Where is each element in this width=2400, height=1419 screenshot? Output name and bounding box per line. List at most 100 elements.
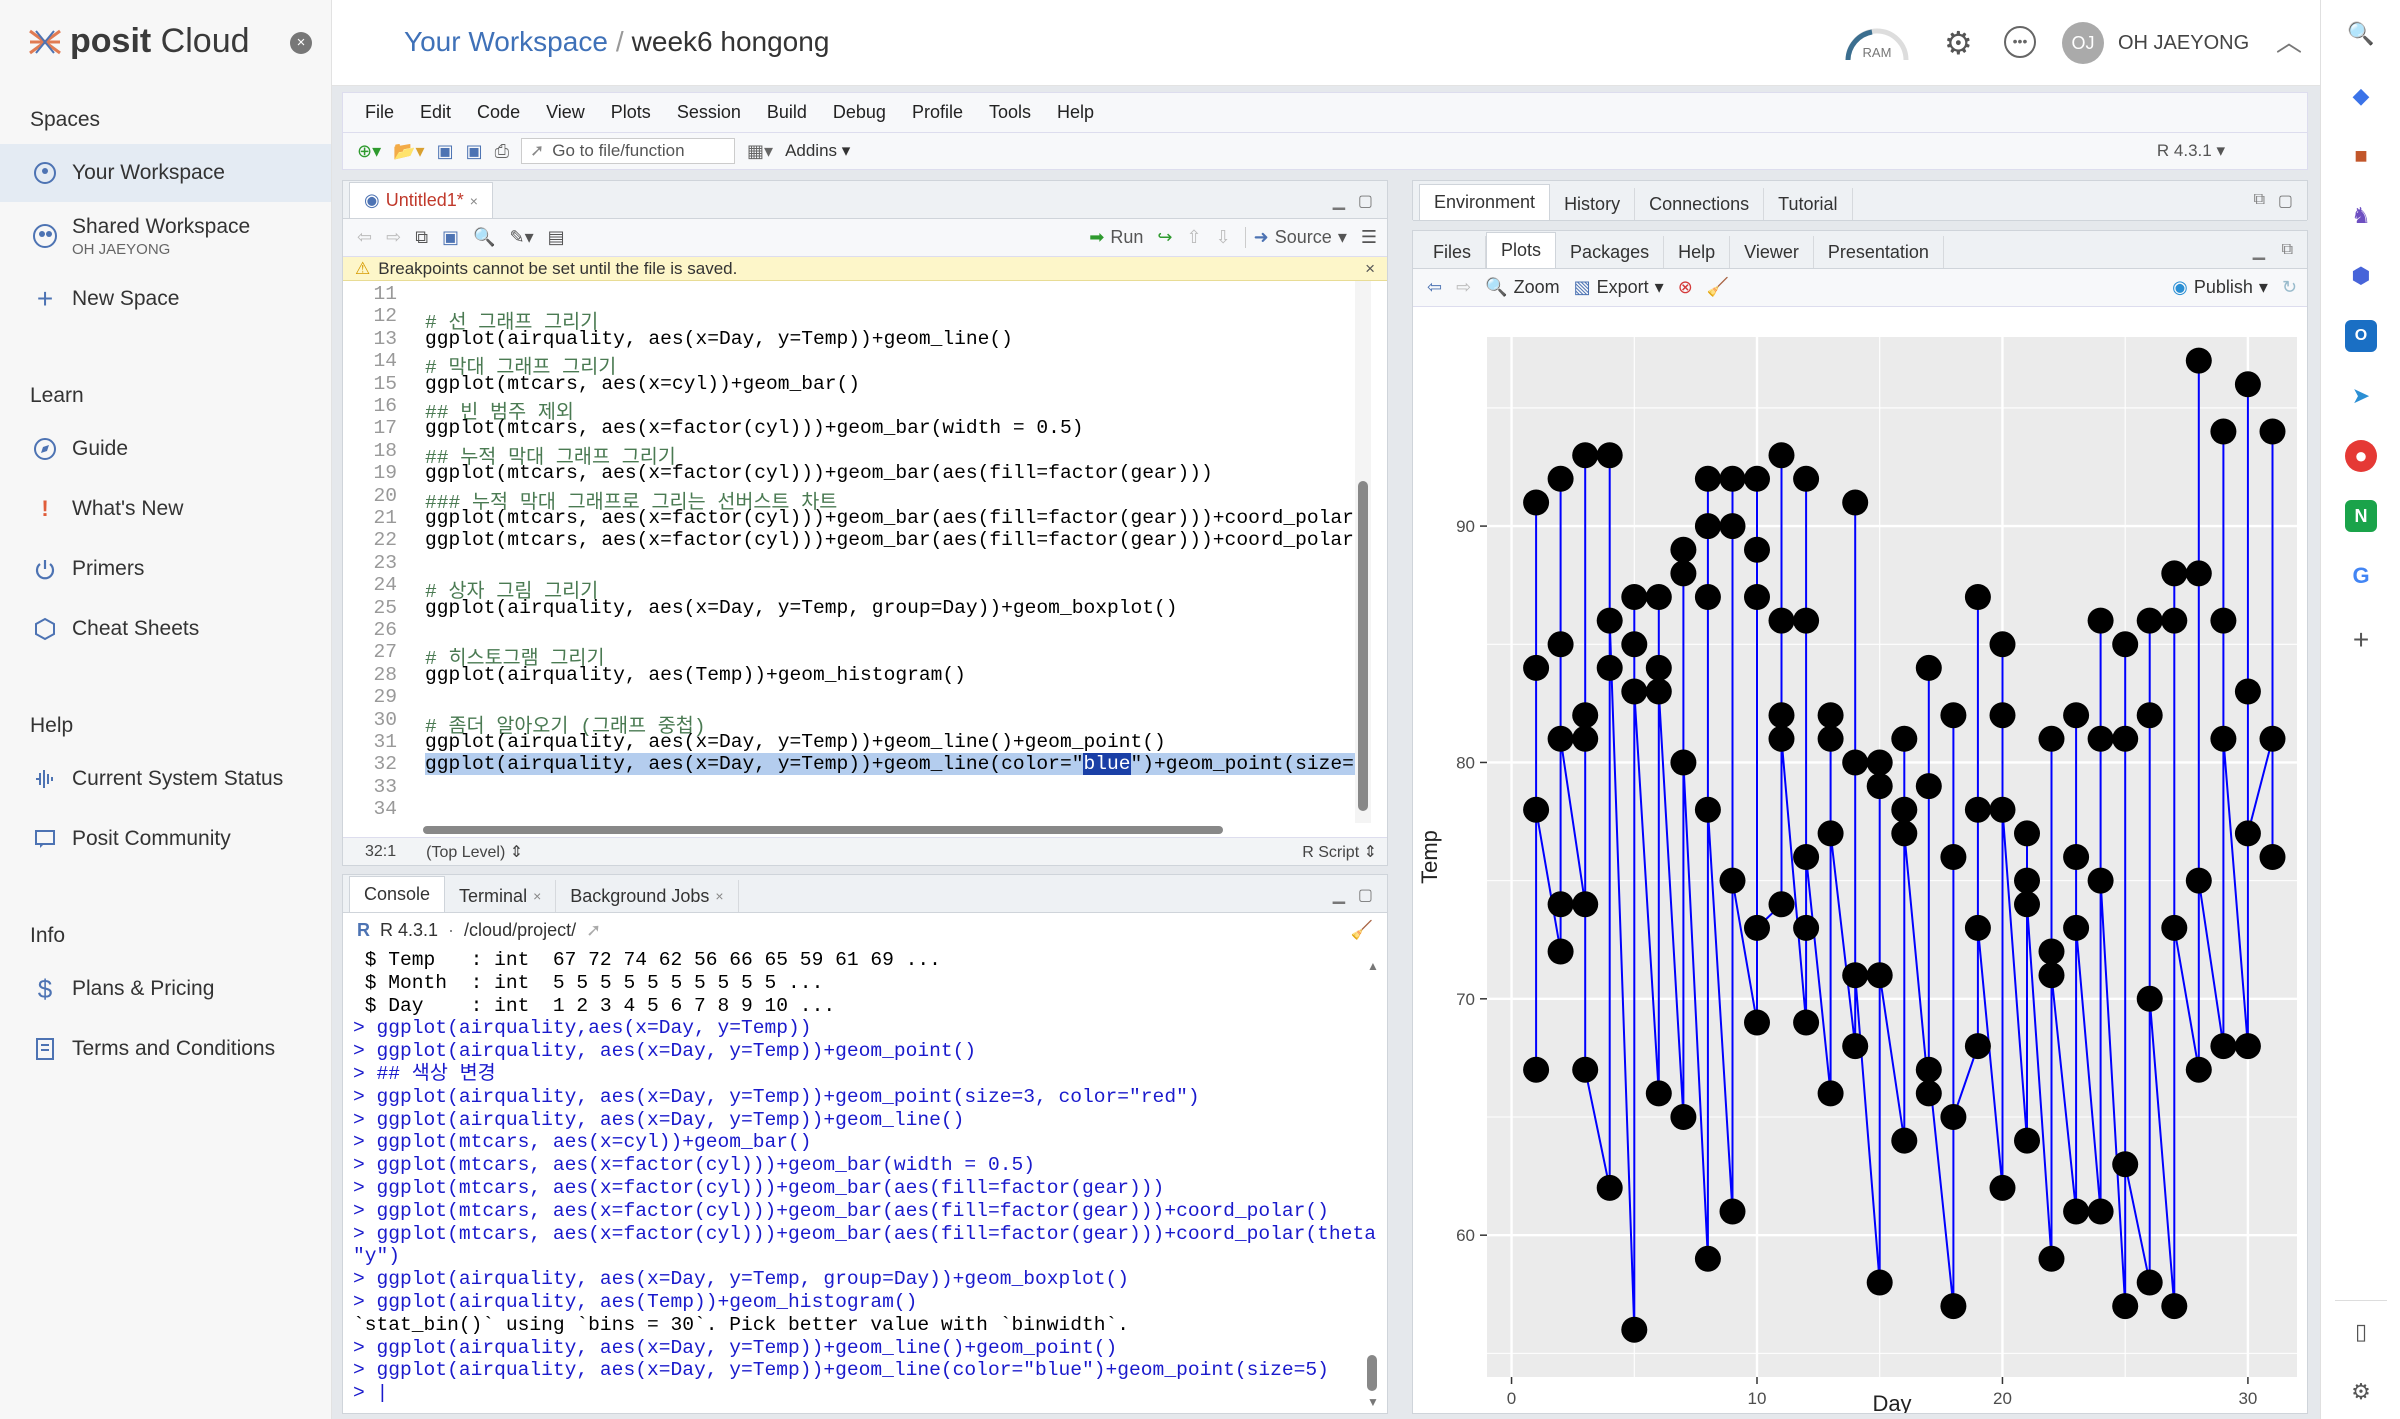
code-line[interactable]: ggplot(mtcars, aes(x=factor(cyl)))+geom_… bbox=[425, 462, 1213, 484]
sidebar-item-your-workspace[interactable]: Your Workspace bbox=[0, 144, 331, 202]
plus-icon-strip[interactable]: + bbox=[2345, 624, 2377, 656]
code-line[interactable]: ggplot(airquality, aes(Temp))+geom_histo… bbox=[425, 664, 966, 686]
menu-session[interactable]: Session bbox=[677, 102, 741, 123]
close-terminal-icon[interactable]: × bbox=[533, 888, 541, 904]
line-number[interactable]: 32 bbox=[343, 753, 403, 775]
menu-tools[interactable]: Tools bbox=[989, 102, 1031, 123]
briefcase-icon[interactable]: ■ bbox=[2345, 140, 2377, 172]
tab-plots[interactable]: Plots bbox=[1486, 232, 1557, 268]
line-number[interactable]: 25 bbox=[343, 597, 403, 619]
new-file-icon[interactable]: ⊕▾ bbox=[357, 141, 381, 162]
line-number[interactable]: 23 bbox=[343, 552, 403, 574]
close-jobs-icon[interactable]: × bbox=[715, 888, 723, 904]
settings-gear-icon[interactable]: ⚙ bbox=[1944, 24, 1973, 62]
line-number[interactable]: 13 bbox=[343, 328, 403, 350]
next-plot-icon[interactable]: ⇨ bbox=[1456, 277, 1471, 298]
tab-packages[interactable]: Packages bbox=[1556, 236, 1665, 268]
sidebar-item-shared-workspace[interactable]: Shared Workspace OH JAEYONG bbox=[0, 204, 331, 268]
search-icon[interactable]: 🔍 bbox=[2345, 18, 2377, 50]
chevron-up-icon[interactable]: ︿ bbox=[2276, 22, 2302, 59]
line-number[interactable]: 29 bbox=[343, 686, 403, 708]
outline-icon[interactable]: ☰ bbox=[1361, 227, 1377, 248]
zoom-button[interactable]: 🔍 Zoom bbox=[1485, 277, 1559, 298]
code-line[interactable]: ggplot(mtcars, aes(x=factor(cyl)))+geom_… bbox=[425, 417, 1083, 439]
close-sidebar-icon[interactable]: × bbox=[290, 32, 312, 54]
tab-viewer[interactable]: Viewer bbox=[1730, 236, 1814, 268]
tab-help[interactable]: Help bbox=[1664, 236, 1731, 268]
code-line[interactable]: ggplot(airquality, aes(x=Day, y=Temp))+g… bbox=[425, 753, 1355, 776]
more-options-icon[interactable]: ••• bbox=[2004, 26, 2036, 58]
menu-profile[interactable]: Profile bbox=[912, 102, 963, 123]
forward-arrow-icon[interactable]: ⇨ bbox=[386, 227, 401, 248]
remove-plot-icon[interactable]: ⊗ bbox=[1678, 277, 1693, 298]
open-folder-icon[interactable]: 📂▾ bbox=[393, 141, 424, 162]
close-warning-icon[interactable]: × bbox=[1365, 259, 1375, 279]
sidebar-item-terms[interactable]: Terms and Conditions bbox=[0, 1020, 331, 1078]
tab-tutorial[interactable]: Tutorial bbox=[1764, 188, 1853, 220]
send-icon[interactable]: ➤ bbox=[2345, 380, 2377, 412]
tab-console[interactable]: Console bbox=[349, 876, 446, 912]
line-number[interactable]: 26 bbox=[343, 619, 403, 641]
google-icon[interactable]: G bbox=[2345, 560, 2377, 592]
sidebar-item-system-status[interactable]: Current System Status bbox=[0, 750, 331, 808]
console-output[interactable]: $ Temp : int 67 72 74 62 56 66 65 59 61 … bbox=[353, 949, 1376, 1405]
menu-plots[interactable]: Plots bbox=[611, 102, 651, 123]
sidebar-item-community[interactable]: Posit Community bbox=[0, 810, 331, 868]
export-button[interactable]: ▧ Export ▾ bbox=[1574, 277, 1664, 298]
line-number[interactable]: 31 bbox=[343, 731, 403, 753]
print-icon[interactable]: ⎙ bbox=[495, 141, 509, 162]
tab-terminal[interactable]: Terminal × bbox=[445, 880, 557, 912]
tag-icon[interactable]: ◆ bbox=[2345, 80, 2377, 112]
down-chunk-icon[interactable]: ⇩ bbox=[1216, 227, 1231, 248]
code-line[interactable]: ggplot(mtcars, aes(x=cyl))+geom_bar() bbox=[425, 373, 860, 395]
code-line[interactable]: ggplot(airquality, aes(x=Day, y=Temp))+g… bbox=[425, 328, 1013, 350]
line-number[interactable]: 11 bbox=[343, 283, 403, 305]
menu-debug[interactable]: Debug bbox=[833, 102, 886, 123]
minimize-console-icon[interactable]: ▁ bbox=[1333, 885, 1345, 905]
code-tools-wand-icon[interactable]: ✎▾ bbox=[509, 227, 533, 248]
editor-vertical-thumb[interactable] bbox=[1358, 481, 1368, 811]
tab-history[interactable]: History bbox=[1550, 188, 1636, 220]
line-number[interactable]: 22 bbox=[343, 529, 403, 551]
console-scrollbar[interactable]: ▲ ▼ bbox=[1365, 953, 1379, 1413]
editor-horizontal-scrollbar[interactable] bbox=[403, 823, 1359, 837]
restore-plots-icon[interactable]: ⧉ bbox=[2282, 241, 2293, 259]
code-line[interactable]: ggplot(airquality, aes(x=Day, y=Temp))+g… bbox=[425, 731, 1166, 753]
console-path[interactable]: /cloud/project/ bbox=[464, 920, 576, 941]
tab-connections[interactable]: Connections bbox=[1635, 188, 1765, 220]
back-arrow-icon[interactable]: ⇦ bbox=[357, 227, 372, 248]
go-to-dir-icon[interactable]: ➚ bbox=[586, 920, 601, 941]
up-chunk-icon[interactable]: ⇧ bbox=[1186, 227, 1201, 248]
posit-logo[interactable]: posit Cloud bbox=[28, 22, 250, 61]
outlook-icon[interactable]: O bbox=[2345, 320, 2377, 352]
clear-console-icon[interactable]: 🧹 bbox=[1351, 920, 1373, 941]
tab-untitled1[interactable]: ◉ Untitled1* × bbox=[349, 182, 493, 218]
sidebar-item-cheat-sheets[interactable]: Cheat Sheets bbox=[0, 600, 331, 658]
r-version-menu[interactable]: R 4.3.1 ▾ bbox=[2157, 141, 2225, 161]
line-number[interactable]: 19 bbox=[343, 462, 403, 484]
grid-layout-icon[interactable]: ▦▾ bbox=[747, 141, 773, 162]
n-icon[interactable]: N bbox=[2345, 500, 2377, 532]
menu-code[interactable]: Code bbox=[477, 102, 520, 123]
run-button[interactable]: ➡ Run bbox=[1089, 227, 1143, 248]
maximize-console-icon[interactable]: ▢ bbox=[1358, 885, 1373, 905]
avatar[interactable]: OJ bbox=[2062, 22, 2104, 64]
maximize-env-icon[interactable]: ▢ bbox=[2278, 191, 2293, 211]
editor-vertical-scrollbar[interactable] bbox=[1355, 281, 1371, 823]
line-number[interactable]: 12 bbox=[343, 305, 403, 327]
sidebar-item-guide[interactable]: Guide bbox=[0, 420, 331, 478]
tab-presentation[interactable]: Presentation bbox=[1814, 236, 1944, 268]
menu-help[interactable]: Help bbox=[1057, 102, 1094, 123]
line-number[interactable]: 17 bbox=[343, 417, 403, 439]
line-number[interactable]: 27 bbox=[343, 641, 403, 663]
line-number[interactable]: 30 bbox=[343, 709, 403, 731]
save-file-icon[interactable]: ▣ bbox=[442, 227, 459, 248]
tab-background-jobs[interactable]: Background Jobs × bbox=[556, 880, 739, 912]
refresh-plot-icon[interactable]: ↻ bbox=[2282, 277, 2297, 298]
sidebar-item-plans-pricing[interactable]: $ Plans & Pricing bbox=[0, 960, 331, 1018]
show-in-window-icon[interactable]: ⧉ bbox=[415, 227, 428, 248]
ram-gauge-icon[interactable]: RAM bbox=[1842, 24, 1912, 64]
source-button[interactable]: ➜ Source ▾ bbox=[1244, 227, 1347, 248]
line-number[interactable]: 15 bbox=[343, 373, 403, 395]
sidebar-toggle-icon[interactable]: ▯ bbox=[2345, 1316, 2377, 1348]
